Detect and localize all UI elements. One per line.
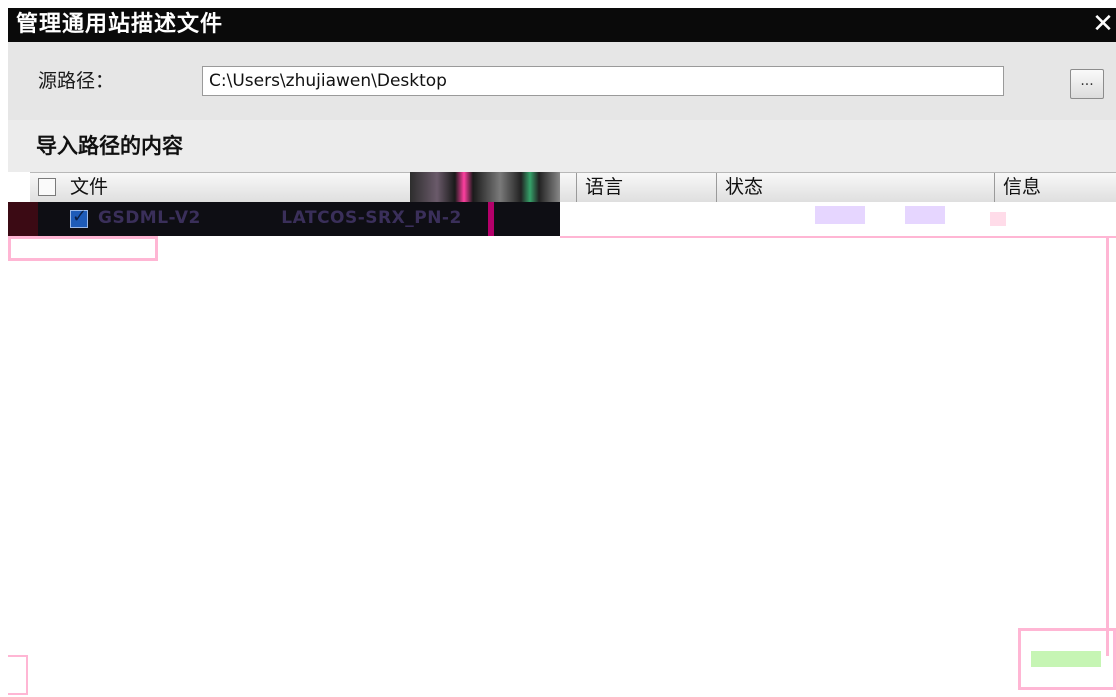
- column-header-status[interactable]: 状态: [716, 173, 966, 203]
- render-artifact-box: [8, 655, 28, 695]
- table-row[interactable]: GSDML-V2 LATCOS-SRX_PN-2: [8, 202, 560, 236]
- row-artifact-stripe: [488, 202, 494, 236]
- column-header-language[interactable]: 语言: [576, 173, 716, 203]
- title-bar: 管理通用站描述文件 ✕: [8, 8, 1116, 42]
- column-header-info[interactable]: 信息: [994, 173, 1116, 203]
- ok-button-fill: [1031, 651, 1101, 667]
- manage-gsd-dialog: 管理通用站描述文件 ✕ 源路径： C:\Users\zhujiawen\Desk…: [0, 0, 1116, 697]
- row-checkbox[interactable]: [70, 206, 88, 228]
- render-artifact: [410, 172, 560, 202]
- render-artifact-block: [990, 212, 1006, 226]
- render-artifact-line: [1106, 236, 1109, 656]
- row-artifact: [8, 202, 38, 236]
- row-file-name: GSDML-V2 LATCOS-SRX_PN-2: [98, 208, 462, 228]
- render-artifact-line: [8, 236, 158, 239]
- column-header-file[interactable]: 文件: [62, 173, 410, 203]
- render-artifact-block: [905, 206, 945, 224]
- dialog-title: 管理通用站描述文件: [16, 12, 224, 37]
- source-path-panel: 源路径： C:\Users\zhujiawen\Desktop ...: [8, 42, 1116, 121]
- content-section-title: 导入路径的内容: [36, 134, 183, 158]
- browse-button[interactable]: ...: [1070, 69, 1104, 99]
- table-header: 文件 语言 状态 信息: [30, 172, 1116, 204]
- select-all-checkbox[interactable]: [38, 178, 56, 196]
- render-artifact-line: [8, 258, 158, 261]
- render-artifact-line: [155, 236, 158, 260]
- render-artifact-block: [815, 206, 865, 224]
- content-section-header: 导入路径的内容: [8, 120, 1116, 172]
- ok-button-artifact[interactable]: [1018, 628, 1116, 690]
- source-path-label: 源路径：: [38, 70, 115, 92]
- close-icon[interactable]: ✕: [1092, 9, 1114, 41]
- source-path-input[interactable]: C:\Users\zhujiawen\Desktop: [202, 66, 1004, 96]
- render-artifact-line: [8, 236, 11, 260]
